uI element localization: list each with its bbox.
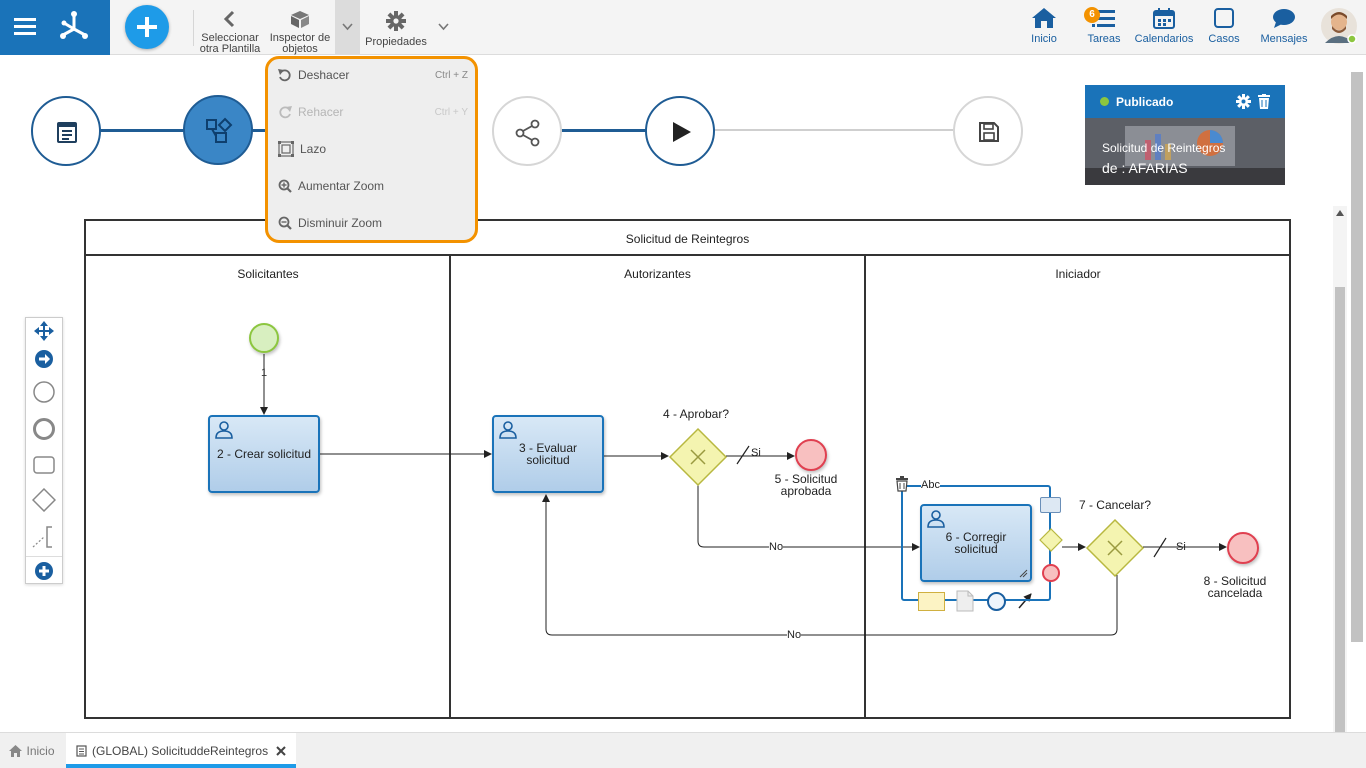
bottom-tab-bar: Inicio (GLOBAL) SolicituddeReintegros — [0, 732, 1366, 768]
flow-label-no-1: No — [769, 541, 784, 553]
menu-item-redo[interactable]: Rehacer Ctrl + Y — [278, 97, 468, 127]
edit-dropdown-menu: Deshacer Ctrl + Z Rehacer Ctrl + Y Lazo … — [265, 56, 478, 243]
move-arrows-icon[interactable] — [34, 321, 54, 341]
task-crear-solicitud[interactable]: 2 - Crear solicitud — [208, 415, 320, 493]
menu-item-redo-label: Rehacer — [298, 105, 344, 119]
quick-add-annotation-shape[interactable] — [918, 592, 945, 611]
resize-handle-icon[interactable] — [1018, 568, 1028, 578]
menu-item-zoom-in[interactable]: Aumentar Zoom — [278, 171, 468, 201]
tab-process-solicitud[interactable]: (GLOBAL) SolicituddeReintegros — [66, 733, 296, 768]
delete-element-trash-icon[interactable] — [894, 476, 910, 492]
task-shape-icon[interactable] — [32, 453, 56, 477]
process-document-icon — [76, 744, 87, 757]
flow-label-si-1: Si — [751, 447, 761, 459]
menu-item-undo-label: Deshacer — [298, 68, 350, 82]
tab-process-label: (GLOBAL) SolicituddeReintegros — [92, 743, 269, 758]
menu-item-redo-shortcut: Ctrl + Y — [434, 106, 468, 118]
diagram-connectors — [260, 354, 1227, 636]
end-event-shape-icon[interactable] — [32, 417, 56, 441]
start-event-label: 1 — [261, 367, 268, 379]
zoom-out-icon — [278, 216, 292, 230]
task-evaluar-solicitud[interactable]: 3 - Evaluar solicitud — [492, 415, 604, 493]
zoom-in-icon — [278, 179, 292, 193]
start-event-shape-icon[interactable] — [32, 380, 56, 404]
gateway-aprobar-label: 4 - Aprobar? — [662, 407, 730, 421]
close-tab-icon[interactable] — [276, 746, 286, 756]
task-evaluar-solicitud-label-line2: solicitud — [526, 453, 570, 467]
edit-label-abc[interactable]: Abc — [921, 479, 940, 491]
palette-divider — [26, 556, 62, 557]
menu-item-lasso[interactable]: Lazo — [278, 134, 468, 164]
redo-icon — [279, 106, 292, 119]
arrow-right-circle-icon[interactable] — [34, 349, 54, 369]
user-task-icon — [215, 421, 233, 439]
lasso-select-icon — [278, 141, 294, 157]
gateway-cancelar-label: 7 - Cancelar? — [1078, 498, 1152, 512]
end-event-aprobada-label-line2: aprobada — [780, 484, 832, 498]
menu-item-undo-shortcut: Ctrl + Z — [434, 69, 468, 81]
task-corregir-solicitud[interactable]: 6 - Corregir solicitud — [920, 504, 1032, 582]
element-palette — [25, 317, 63, 584]
quick-add-intermediate-event-shape[interactable] — [987, 592, 1006, 611]
home-tab-icon — [9, 744, 23, 757]
user-task-icon — [927, 510, 945, 528]
quick-add-data-object-icon[interactable] — [956, 590, 974, 612]
start-event[interactable] — [249, 323, 279, 353]
gateway-cancelar[interactable] — [1084, 517, 1146, 579]
menu-item-zoom-out-label: Disminuir Zoom — [298, 216, 383, 230]
quick-add-end-event-shape[interactable] — [1042, 564, 1060, 582]
gateway-aprobar[interactable] — [667, 426, 729, 488]
menu-item-lasso-label: Lazo — [300, 142, 327, 156]
active-tab-indicator — [66, 764, 296, 768]
end-event-cancelada-label-line2: cancelada — [1207, 586, 1263, 600]
flow-label-no-2: No — [787, 629, 802, 641]
menu-item-zoom-out[interactable]: Disminuir Zoom — [278, 208, 468, 238]
user-task-icon — [499, 421, 517, 439]
gateway-shape-icon[interactable] — [32, 488, 56, 512]
flow-label-si-2: Si — [1176, 541, 1186, 553]
end-event-solicitud-aprobada[interactable] — [795, 439, 827, 471]
tab-home[interactable]: Inicio — [0, 733, 64, 768]
plus-circle-icon[interactable] — [34, 561, 54, 581]
menu-item-undo[interactable]: Deshacer Ctrl + Z — [278, 60, 468, 90]
annotation-shape-icon[interactable] — [32, 525, 56, 549]
quick-add-task-shape[interactable] — [1040, 497, 1061, 513]
menu-item-zoom-in-label: Aumentar Zoom — [298, 179, 385, 193]
undo-icon — [278, 69, 291, 82]
task-corregir-solicitud-label-line2: solicitud — [954, 542, 998, 556]
quick-add-gateway-shape[interactable] — [1039, 528, 1063, 552]
task-crear-solicitud-label: 2 - Crear solicitud — [216, 447, 312, 461]
end-event-solicitud-cancelada[interactable] — [1227, 532, 1259, 564]
tab-home-label: Inicio — [26, 743, 55, 758]
